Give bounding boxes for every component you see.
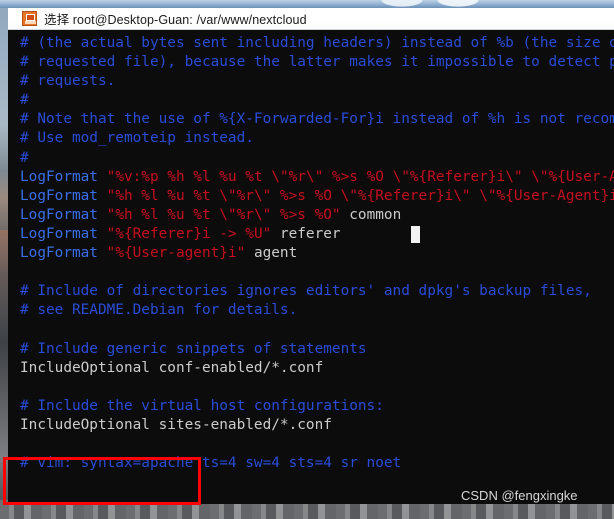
terminal-span: # <box>20 149 29 166</box>
terminal-line: # Note that the use of %{X-Forwarded-For… <box>20 110 614 129</box>
window-glass-strip <box>0 0 614 9</box>
terminal-line: # <box>20 91 614 110</box>
terminal-span <box>98 245 107 261</box>
terminal-line: # requests. <box>20 72 614 91</box>
terminal-span: "%h %l %u %t \"%r\" %>s %O \"%{Referer}i… <box>106 187 614 204</box>
terminal-line: LogFormat "%v:%p %h %l %u %t \"%r\" %>s … <box>20 168 614 187</box>
terminal-line: # see README.Debian for details. <box>20 301 614 320</box>
terminal-line: # Include of directories ignores editors… <box>20 282 614 301</box>
text-cursor <box>411 226 420 243</box>
terminal-line: IncludeOptional sites-enabled/*.conf <box>20 416 614 435</box>
terminal-line: IncludeOptional conf-enabled/*.conf <box>20 359 614 378</box>
terminal-span: # Include of directories ignores editors… <box>20 283 592 300</box>
terminal-span <box>98 207 107 223</box>
terminal-span: # (the actual bytes sent including heade… <box>20 35 614 51</box>
terminal-span: IncludeOptional sites-enabled/*.conf <box>20 416 332 433</box>
terminal-span: LogFormat <box>20 225 98 242</box>
terminal-span: # vim: syntax=apache ts=4 sw=4 sts=4 sr … <box>20 455 402 472</box>
terminal-span: referer <box>271 225 341 242</box>
terminal-span: # Note that the use of %{X-Forwarded-For… <box>20 111 614 128</box>
terminal-span: # Include generic snippets of statements <box>20 340 367 357</box>
terminal-line: # Include the virtual host configuration… <box>20 397 614 416</box>
terminal-span: # Use mod_remoteip instead. <box>20 130 254 147</box>
window-titlebar[interactable]: 选择 root@Desktop-Guan: /var/www/nextcloud <box>8 8 614 30</box>
terminal-span: LogFormat <box>20 245 98 262</box>
terminal-line: LogFormat "%{Referer}i -> %U" referer <box>20 225 614 244</box>
terminal-span: "%v:%p %h %l %u %t \"%r\" %>s %O \"%{Ref… <box>106 168 614 185</box>
terminal-span: # see README.Debian for details. <box>20 302 298 319</box>
terminal-span: "%{User-agent}i" <box>106 245 246 262</box>
terminal-span: # requested file), because the latter ma… <box>20 54 614 71</box>
terminal-span: # Include the virtual host configuration… <box>20 397 384 414</box>
window-title: 选择 root@Desktop-Guan: /var/www/nextcloud <box>44 13 307 27</box>
terminal-span <box>98 226 107 242</box>
terminal-line: # requested file), because the latter ma… <box>20 53 614 72</box>
terminal-line: LogFormat "%{User-agent}i" agent <box>20 244 614 263</box>
terminal-line: # (the actual bytes sent including heade… <box>20 34 614 53</box>
console-window: 选择 root@Desktop-Guan: /var/www/nextcloud… <box>0 0 614 504</box>
terminal-line: LogFormat "%h %l %u %t \"%r\" %>s %O \"%… <box>20 187 614 206</box>
terminal-span: IncludeOptional conf-enabled/*.conf <box>20 359 324 376</box>
terminal-text-buffer: # (the actual bytes sent including heade… <box>20 34 614 504</box>
terminal-span: # requests. <box>20 73 116 90</box>
terminal-line: # vim: syntax=apache ts=4 sw=4 sts=4 sr … <box>20 454 614 473</box>
cmd-console-icon <box>22 11 37 26</box>
terminal-span: LogFormat <box>20 168 98 185</box>
terminal-span: common <box>340 206 402 223</box>
terminal-line: # <box>20 149 614 168</box>
terminal-line: # Include generic snippets of statements <box>20 340 614 359</box>
terminal-span: "%h %l %u %t \"%r\" %>s %O" <box>106 206 341 223</box>
terminal-line: # Use mod_remoteip instead. <box>20 129 614 148</box>
terminal-span: # <box>20 92 29 109</box>
terminal-screen[interactable]: # (the actual bytes sent including heade… <box>8 30 614 504</box>
terminal-span: LogFormat <box>20 187 98 204</box>
terminal-span <box>98 188 107 204</box>
terminal-span <box>98 169 107 185</box>
terminal-span: "%{Referer}i -> %U" <box>106 225 272 242</box>
terminal-span: LogFormat <box>20 206 98 223</box>
watermark-text: CSDN @fengxingke <box>461 488 578 503</box>
terminal-line: LogFormat "%h %l %u %t \"%r\" %>s %O" co… <box>20 206 614 225</box>
terminal-span: agent <box>245 245 298 262</box>
